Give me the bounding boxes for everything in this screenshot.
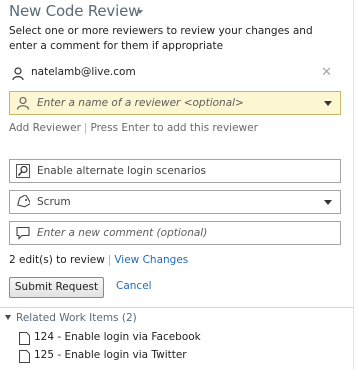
work-item-icon xyxy=(19,350,30,363)
reviewer-input-placeholder: Enter a name of a reviewer <optional> xyxy=(37,97,244,109)
work-item-icon xyxy=(19,332,30,345)
review-title-field[interactable]: Enable alternate login scenarios xyxy=(9,159,341,183)
reviewer-entry: natelamb@live.com ✕ xyxy=(9,65,341,83)
work-item-label: 125 - Enable login via Twitter xyxy=(34,349,187,361)
add-reviewer-hint: Press Enter to add this reviewer xyxy=(90,122,258,134)
page-title[interactable]: New Code Review xyxy=(9,2,140,20)
view-changes-link[interactable]: View Changes xyxy=(114,254,188,266)
related-header-label: Related Work Items (2) xyxy=(16,312,137,324)
edits-count: 2 edit(s) to review xyxy=(9,254,105,266)
area-select[interactable]: Scrum xyxy=(9,190,341,214)
chevron-down-icon[interactable] xyxy=(324,101,332,106)
comment-placeholder: Enter a new comment (optional) xyxy=(37,227,208,239)
edits-summary: 2 edit(s) to review | View Changes xyxy=(9,254,189,266)
tag-icon xyxy=(17,195,30,208)
title-dropdown-icon[interactable] xyxy=(137,10,143,14)
person-icon xyxy=(12,67,24,81)
related-work-items-header[interactable]: Related Work Items (2) xyxy=(5,312,137,324)
submit-request-button[interactable]: Submit Request xyxy=(9,277,104,298)
reviewer-email: natelamb@live.com xyxy=(31,66,136,78)
review-title-value: Enable alternate login scenarios xyxy=(37,165,207,177)
section-divider xyxy=(0,307,354,308)
work-item-label: 124 - Enable login via Facebook xyxy=(34,331,201,343)
chevron-down-icon[interactable] xyxy=(324,200,332,205)
reviewer-search-input[interactable]: Enter a name of a reviewer <optional> xyxy=(9,91,341,115)
new-code-review-panel: New Code Review Select one or more revie… xyxy=(0,0,354,369)
comment-field[interactable]: Enter a new comment (optional) xyxy=(9,221,341,245)
add-reviewer-link[interactable]: Add Reviewer xyxy=(9,122,81,134)
instructions-text: Select one or more reviewers to review y… xyxy=(9,25,313,52)
remove-reviewer-icon[interactable]: ✕ xyxy=(321,65,332,80)
cancel-link[interactable]: Cancel xyxy=(116,280,152,292)
comment-icon xyxy=(16,226,30,240)
magnifier-icon xyxy=(16,164,30,178)
person-icon xyxy=(16,96,30,110)
collapse-triangle-icon[interactable] xyxy=(5,315,11,320)
area-value: Scrum xyxy=(37,196,71,208)
add-reviewer-row: Add Reviewer | Press Enter to add this rev… xyxy=(9,122,258,134)
